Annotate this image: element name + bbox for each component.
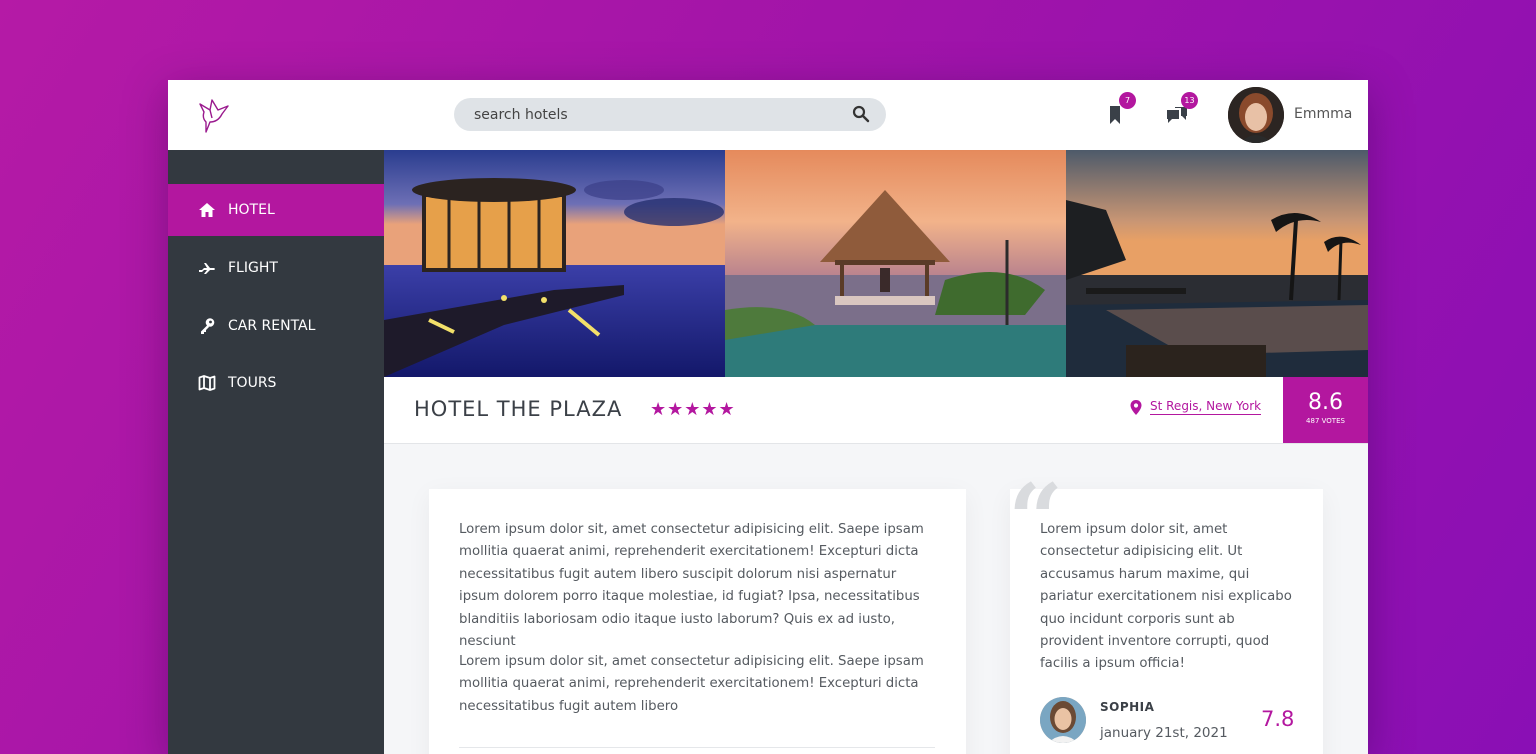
app-window: 7 13 Emmma HOTEL: [168, 80, 1368, 754]
map-icon: [198, 375, 216, 391]
home-icon: [199, 203, 215, 217]
top-bar: 7 13 Emmma: [168, 80, 1368, 150]
map-pin-icon: [1130, 399, 1142, 415]
sidebar-item-label: TOURS: [228, 375, 277, 391]
hotel-score: 8.6: [1308, 390, 1343, 415]
description-paragraph: Lorem ipsum dolor sit, amet consectetur …: [459, 654, 924, 714]
review-score: 7.8: [1261, 707, 1295, 731]
description-card: Lorem ipsum dolor sit, amet consectetur …: [429, 489, 966, 754]
hotel-title-bar: HOTEL THE PLAZA ★★★★★ St Regis, New York…: [384, 377, 1368, 444]
hotel-location: St Regis, New York: [1130, 399, 1262, 415]
review-date: january 21st, 2021: [1100, 725, 1228, 741]
gallery-photo-pool-dusk[interactable]: [1066, 150, 1368, 377]
reviewer-avatar[interactable]: [1040, 697, 1086, 743]
messages-count-badge: 13: [1181, 92, 1198, 109]
hotel-star-rating: ★★★★★: [650, 399, 736, 420]
gallery-photo-sunset-gazebo[interactable]: [725, 150, 1066, 377]
gallery-photo-overwater-villa[interactable]: [384, 150, 725, 377]
description-paragraph: Lorem ipsum dolor sit, amet consectetur …: [459, 522, 924, 650]
key-icon: [201, 318, 215, 334]
sidebar-item-label: HOTEL: [228, 202, 275, 218]
reviewer-name: SOPHIA: [1100, 700, 1155, 714]
sidebar-item-flight[interactable]: FLIGHT: [168, 242, 384, 294]
sidebar-item-tours[interactable]: TOURS: [168, 357, 384, 409]
divider: [459, 747, 935, 748]
search-icon[interactable]: [852, 105, 870, 123]
bookmarks-count-badge: 7: [1119, 92, 1136, 109]
hotel-gallery: [384, 150, 1368, 377]
hotel-score-box: 8.6 487 VOTES: [1283, 377, 1368, 443]
search-bar: [454, 98, 886, 131]
sidebar-item-hotel[interactable]: HOTEL: [168, 184, 384, 236]
sidebar-item-label: FLIGHT: [228, 260, 278, 276]
location-link[interactable]: St Regis, New York: [1150, 399, 1262, 415]
sidebar-item-car-rental[interactable]: CAR RENTAL: [168, 300, 384, 352]
hotel-name: HOTEL THE PLAZA: [414, 397, 623, 421]
bird-logo-icon[interactable]: [196, 96, 232, 134]
messages-button[interactable]: 13: [1162, 92, 1198, 130]
plane-icon: [199, 263, 215, 274]
bookmarks-button[interactable]: 7: [1100, 92, 1136, 130]
sidebar-item-label: CAR RENTAL: [228, 318, 316, 334]
hotel-votes: 487 VOTES: [1306, 417, 1345, 425]
user-avatar[interactable]: [1228, 87, 1284, 143]
username[interactable]: Emmma: [1294, 106, 1352, 122]
sidebar: HOTEL FLIGHT CAR RENTAL TOURS: [168, 150, 384, 754]
quote-mark-icon: “: [1008, 463, 1064, 576]
search-input[interactable]: [474, 98, 834, 131]
review-text: Lorem ipsum dolor sit, amet consectetur …: [1040, 522, 1292, 672]
